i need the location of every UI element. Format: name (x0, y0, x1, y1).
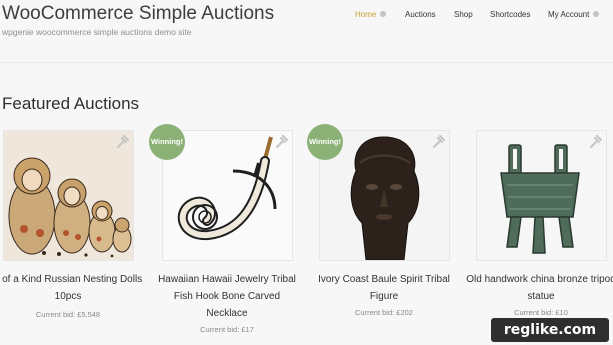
gavel-icon[interactable] (274, 135, 288, 149)
current-bid: Current bid: £5,548 (35, 310, 101, 319)
nav-item-label: Auctions (405, 10, 436, 19)
nav-item-label: Shop (454, 10, 473, 19)
gavel-icon[interactable] (115, 135, 129, 149)
site-description: wpgenie woocommerce simple auctions demo… (2, 27, 192, 37)
product-image[interactable] (476, 130, 607, 261)
watermark: reglike.com (491, 318, 609, 342)
current-bid: Current bid: £17 (200, 325, 254, 334)
section-title: Featured Auctions (2, 94, 140, 113)
product-title[interactable]: 1 of a Kind Russian Nesting Dolls 10pcs (0, 271, 143, 305)
bronze-tripod-image (477, 131, 606, 260)
dropdown-dot-icon (380, 11, 387, 17)
nav-item-home[interactable]: Home (355, 10, 387, 19)
dropdown-dot-icon (593, 11, 600, 17)
current-bid: Current bid: £202 (355, 308, 413, 317)
gavel-icon[interactable] (588, 135, 602, 149)
winning-badge: Winning! (307, 124, 343, 160)
product-title[interactable]: Old handwork china bronze tripod statue (466, 271, 613, 305)
product-title[interactable]: Hawaiian Hawaii Jewelry Tribal Fish Hook… (152, 271, 302, 322)
nav-item-my-account[interactable]: My Account (548, 10, 600, 19)
nesting-dolls-image (4, 131, 133, 260)
nav-item-shortcodes[interactable]: Shortcodes (490, 10, 530, 19)
gavel-icon[interactable] (431, 135, 445, 149)
nav-item-label: My Account (548, 10, 590, 19)
product-image[interactable] (3, 130, 134, 261)
nav-item-shop[interactable]: Shop (454, 10, 473, 19)
main-nav: Home Auctions Shop Shortcodes My Account (0, 10, 613, 24)
site-header: WooCommerce Simple Auctions wpgenie wooc… (0, 0, 613, 63)
product-title[interactable]: Ivory Coast Baule Spirit Tribal Figure (309, 271, 459, 305)
nav-item-label: Home (355, 10, 377, 19)
current-bid: Current bid: £10 (514, 308, 568, 317)
nav-item-label: Shortcodes (490, 10, 531, 19)
winning-badge: Winning! (149, 124, 185, 160)
nav-item-auctions[interactable]: Auctions (405, 10, 436, 19)
